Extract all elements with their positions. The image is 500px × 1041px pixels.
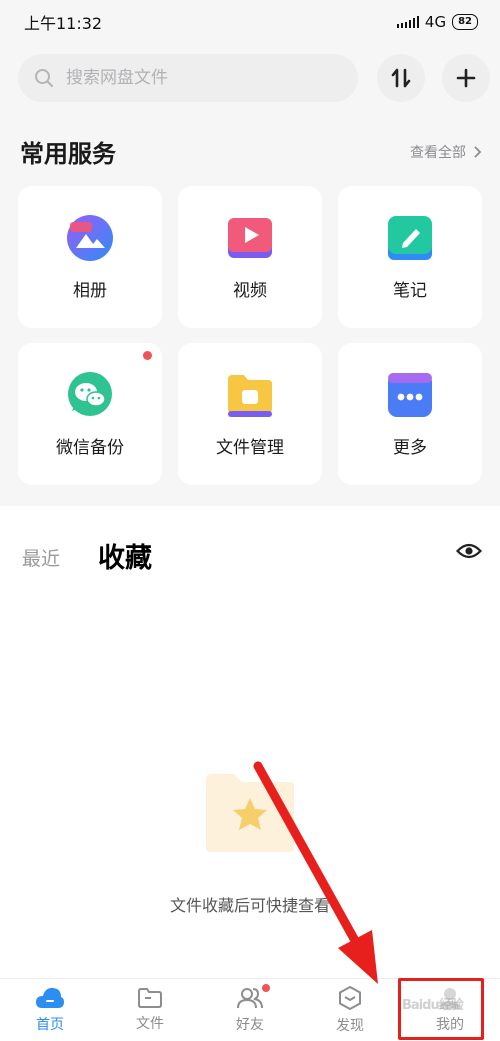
home-cloud-icon — [36, 988, 64, 1008]
service-file-manager[interactable]: 文件管理 — [178, 343, 322, 485]
service-more[interactable]: 更多 — [338, 343, 482, 485]
service-label: 视频 — [233, 280, 267, 301]
nav-label: 好友 — [236, 1017, 264, 1033]
battery-indicator: 82 — [452, 14, 478, 30]
service-label: 相册 — [73, 280, 107, 301]
search-icon — [35, 69, 53, 87]
wechat-backup-icon — [68, 371, 112, 416]
services-title: 常用服务 — [20, 140, 116, 168]
plus-icon — [456, 68, 476, 88]
chevron-right-icon — [474, 146, 482, 158]
nav-files[interactable]: 文件 — [100, 979, 200, 1041]
status-bar: 上午11:32 4G 82 — [0, 0, 500, 44]
transfer-button[interactable] — [377, 54, 425, 102]
file-manager-icon — [228, 374, 272, 417]
video-icon — [228, 217, 272, 258]
note-icon — [388, 215, 432, 260]
eye-icon[interactable] — [456, 542, 482, 560]
status-indicators: 4G 82 — [396, 13, 478, 31]
service-note[interactable]: 笔记 — [338, 186, 482, 328]
service-label: 文件管理 — [216, 437, 284, 458]
see-all-label: 查看全部 — [410, 145, 466, 161]
service-label: 微信备份 — [56, 437, 124, 458]
album-icon — [67, 214, 113, 261]
notification-dot — [143, 351, 152, 360]
service-album[interactable]: 相册 — [18, 186, 162, 328]
search-bar[interactable] — [18, 54, 358, 102]
more-icon — [388, 372, 432, 417]
nav-home[interactable]: 首页 — [0, 979, 100, 1041]
nav-label: 首页 — [36, 1017, 64, 1033]
nav-label: 发现 — [336, 1018, 364, 1034]
service-wechat-backup[interactable]: 微信备份 — [18, 343, 162, 485]
tab-favorites[interactable]: 收藏 — [98, 536, 152, 575]
watermark-text: Baidu经验 — [402, 998, 464, 1013]
service-label: 更多 — [393, 437, 427, 458]
search-input[interactable] — [66, 68, 306, 88]
tab-recent[interactable]: 最近 — [22, 544, 60, 571]
annotation-arrow — [253, 761, 378, 984]
add-button[interactable] — [442, 54, 490, 102]
transfer-icon — [391, 68, 411, 88]
service-label: 笔记 — [393, 280, 427, 301]
service-video[interactable]: 视频 — [178, 186, 322, 328]
signal-icon — [396, 16, 419, 28]
folder-icon — [138, 988, 162, 1008]
network-type: 4G — [424, 13, 447, 31]
see-all-link[interactable]: 查看全部 — [410, 142, 482, 162]
status-time: 上午11:32 — [24, 14, 103, 33]
nav-label: 文件 — [136, 1016, 164, 1032]
